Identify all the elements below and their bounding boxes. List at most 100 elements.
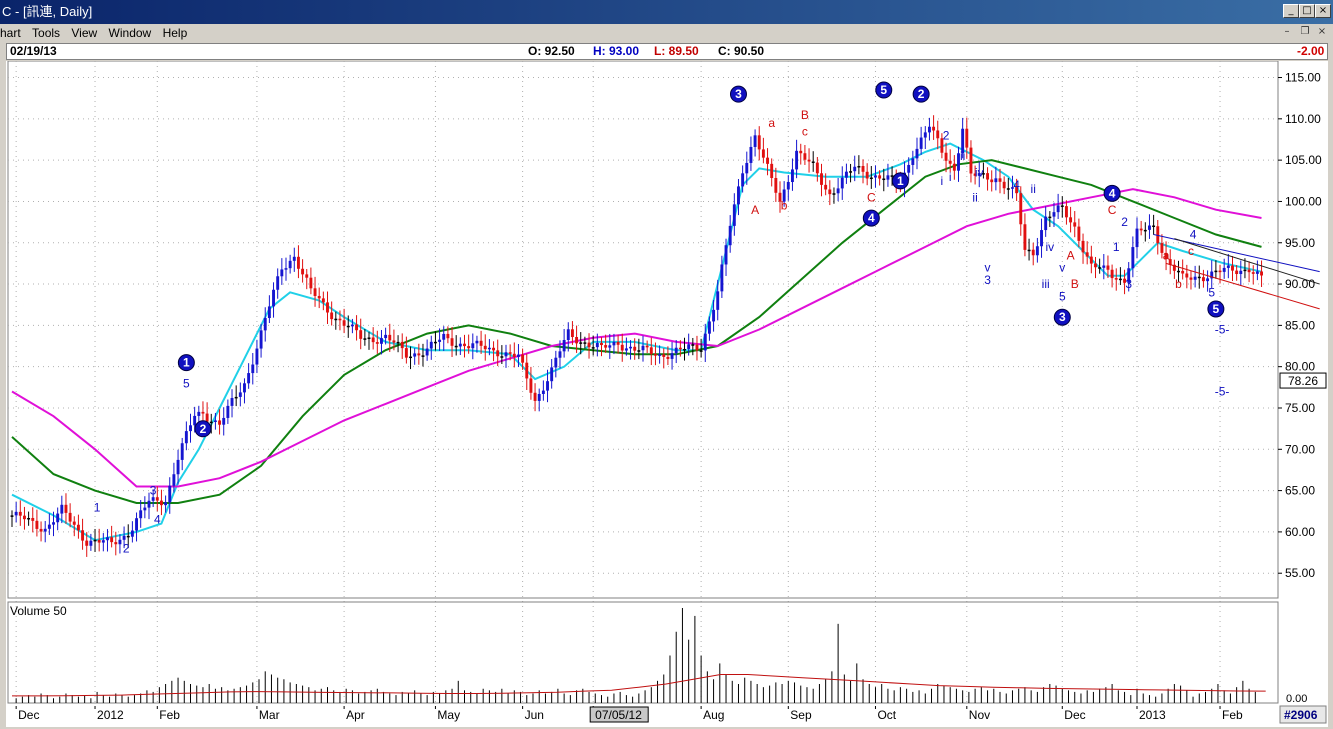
candle-body bbox=[1023, 224, 1027, 250]
candle-body bbox=[43, 528, 47, 532]
candle-body bbox=[1260, 271, 1263, 276]
candle-body bbox=[1048, 216, 1052, 219]
candle-body bbox=[409, 356, 412, 359]
candle-body bbox=[151, 497, 155, 501]
y-tick-label: 100.00 bbox=[1285, 194, 1322, 208]
candle-body bbox=[1177, 270, 1180, 273]
candle-body bbox=[23, 515, 26, 520]
candle-body bbox=[575, 337, 579, 344]
candle-body bbox=[130, 530, 134, 537]
candle-body bbox=[1044, 216, 1048, 231]
minimize-button[interactable]: _ bbox=[1283, 4, 1299, 18]
candle-body bbox=[1255, 271, 1259, 274]
y-tick-label: 75.00 bbox=[1285, 401, 1315, 415]
candle-body bbox=[458, 343, 462, 347]
candle-body bbox=[52, 522, 55, 525]
wave-label: a bbox=[768, 116, 775, 130]
candle-body bbox=[1152, 225, 1156, 228]
candle-body bbox=[633, 346, 637, 351]
wave-label: ii bbox=[972, 190, 977, 204]
menu-chart[interactable]: hart bbox=[0, 24, 25, 42]
candle-body bbox=[346, 325, 350, 328]
candle-body bbox=[259, 330, 263, 349]
candle-body bbox=[296, 256, 300, 269]
candle-body bbox=[512, 353, 516, 357]
candle-body bbox=[317, 295, 321, 299]
candle-body bbox=[81, 530, 85, 541]
candle-body bbox=[654, 354, 657, 356]
candle-body bbox=[201, 411, 205, 414]
close-button[interactable]: × bbox=[1315, 4, 1331, 18]
candle-body bbox=[766, 157, 769, 164]
candle-body bbox=[276, 276, 280, 290]
candle-body bbox=[699, 350, 703, 352]
candle-body bbox=[106, 537, 109, 541]
candle-body bbox=[180, 443, 184, 460]
candle-body bbox=[197, 411, 201, 416]
candle-body bbox=[193, 415, 197, 426]
menu-window[interactable]: Window bbox=[105, 24, 156, 42]
quote-change: -2.00 bbox=[1297, 44, 1325, 58]
wave-label: 4 bbox=[1109, 186, 1116, 200]
mdi-close-button[interactable]: × bbox=[1315, 26, 1329, 39]
quote-info-bar: 02/19/13 O: 92.50 H: 93.00 L: 89.50 C: 9… bbox=[6, 43, 1328, 60]
candle-body bbox=[716, 291, 720, 310]
candle-body bbox=[1135, 228, 1139, 248]
candle-body bbox=[1094, 263, 1097, 268]
wave-label: iii bbox=[1042, 277, 1050, 291]
candle-body bbox=[288, 260, 292, 269]
candle-body bbox=[1106, 265, 1110, 270]
candle-body bbox=[1031, 249, 1035, 256]
candle-body bbox=[76, 524, 80, 531]
candle-body bbox=[1222, 267, 1226, 272]
candle-body bbox=[1239, 270, 1243, 275]
mdi-restore-button[interactable]: ❐ bbox=[1298, 26, 1312, 39]
candle-body bbox=[761, 149, 765, 158]
wave-label: C bbox=[1108, 203, 1117, 217]
menu-view[interactable]: View bbox=[67, 24, 101, 42]
candle-body bbox=[815, 162, 819, 174]
candle-body bbox=[1251, 272, 1255, 274]
x-tick-label: Mar bbox=[259, 708, 280, 722]
maximize-button[interactable]: □ bbox=[1299, 4, 1315, 18]
mdi-minimize-button[interactable]: – bbox=[1280, 26, 1294, 39]
wave-label: 5 bbox=[1213, 302, 1220, 316]
candle-body bbox=[1073, 222, 1077, 227]
candle-body bbox=[1102, 265, 1106, 268]
candle-body bbox=[159, 500, 163, 506]
candle-body bbox=[836, 188, 840, 194]
candle-body bbox=[1243, 269, 1247, 272]
candle-body bbox=[803, 153, 807, 160]
candle-body bbox=[678, 347, 682, 350]
candle-body bbox=[139, 510, 143, 519]
candle-body bbox=[869, 177, 873, 180]
candle-body bbox=[475, 340, 479, 344]
wave-label: 4 bbox=[1190, 228, 1197, 242]
candle-body bbox=[745, 162, 749, 174]
candle-body bbox=[72, 521, 76, 525]
y-tick-label: 85.00 bbox=[1285, 318, 1315, 332]
candle-body bbox=[1052, 212, 1056, 217]
wave-label: C bbox=[867, 190, 876, 204]
candle-body bbox=[1081, 240, 1085, 253]
candle-body bbox=[786, 182, 790, 190]
candle-body bbox=[446, 333, 450, 339]
candle-body bbox=[990, 179, 994, 183]
candle-body bbox=[828, 189, 832, 195]
candle-body bbox=[907, 164, 911, 173]
candle-body bbox=[263, 318, 267, 331]
menu-help[interactable]: Help bbox=[159, 24, 192, 42]
candle-body bbox=[35, 520, 39, 529]
candle-body bbox=[359, 330, 363, 339]
menu-tools[interactable]: Tools bbox=[28, 24, 64, 42]
price-chart[interactable]: 12341523AabBcC45122i iiiiviiv34 iiiviiiv53… bbox=[6, 61, 1328, 727]
wave-label: a bbox=[1163, 248, 1170, 262]
candle-body bbox=[39, 528, 43, 532]
candle-body bbox=[1143, 229, 1147, 232]
bar-count-label: #2906 bbox=[1284, 708, 1318, 722]
y-tick-label: 60.00 bbox=[1285, 525, 1315, 539]
candle-body bbox=[666, 356, 670, 359]
candle-body bbox=[309, 277, 313, 289]
candle-body bbox=[1247, 269, 1251, 273]
candle-body bbox=[417, 353, 421, 356]
